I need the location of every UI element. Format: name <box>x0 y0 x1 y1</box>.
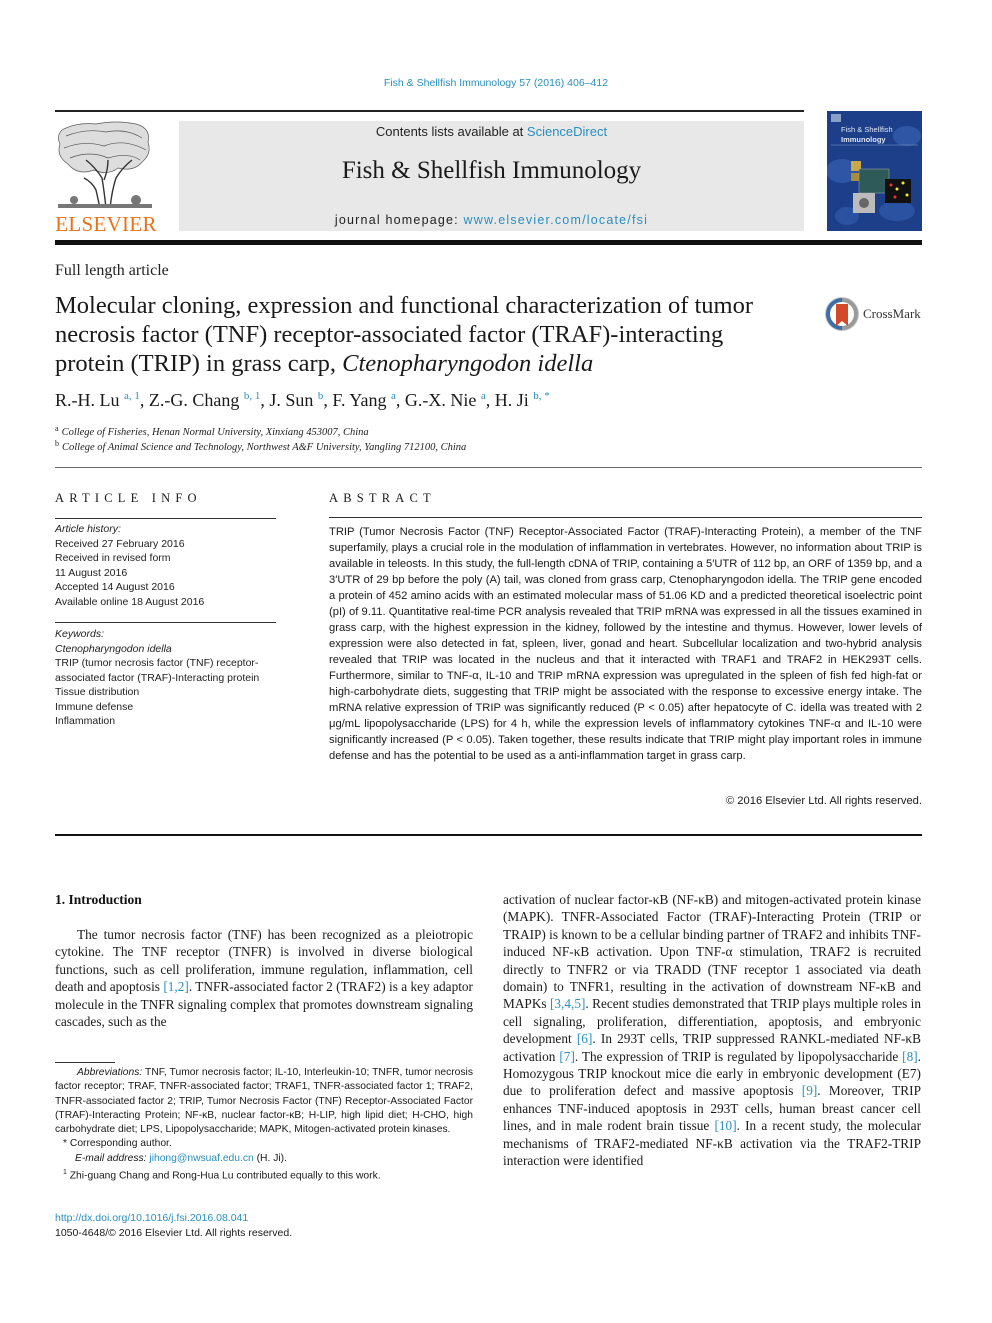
citation-link[interactable]: [9] <box>802 1083 818 1098</box>
citation-link[interactable]: [1,2] <box>163 979 188 994</box>
keyword: Tissue distribution <box>55 686 140 698</box>
intro-paragraph-right: activation of nuclear factor-κB (NF-κB) … <box>503 892 921 1169</box>
journal-homepage: journal homepage: www.elsevier.com/locat… <box>179 213 804 227</box>
cover-title: Fish & Shellfish Immunology <box>841 125 893 144</box>
author-list: R.-H. Lu a, 1, Z.-G. Chang b, 1, J. Sun … <box>55 390 550 410</box>
abstract-rule <box>329 517 922 519</box>
author[interactable]: H. Ji b, * <box>495 390 550 410</box>
history-item: 11 August 2016 <box>55 566 128 579</box>
author[interactable]: F. Yang a <box>332 390 395 410</box>
introduction-heading: 1. Introduction <box>55 892 142 907</box>
sciencedirect-link[interactable]: ScienceDirect <box>527 124 607 139</box>
affiliation-b: b College of Animal Science and Technolog… <box>55 439 467 453</box>
journal-title: Fish & Shellfish Immunology <box>341 157 642 184</box>
footnotes: Abbreviations: TNF, Tumor necrosis facto… <box>55 1066 473 1184</box>
intro-paragraph-left: The tumor necrosis factor (TNF) has been… <box>55 927 473 1030</box>
elsevier-wordmark: ELSEVIER <box>55 212 157 236</box>
email-link[interactable]: jihong@nwsuaf.edu.cn <box>149 1153 253 1164</box>
article-info-heading: ARTICLE INFO <box>55 491 202 505</box>
elsevier-tree-icon <box>56 120 154 212</box>
keywords-rule <box>55 622 276 624</box>
equal-contribution-note: 1 Zhi-guang Chang and Rong-Hua Lu contri… <box>63 1169 381 1182</box>
abbreviations-footnote: Abbreviations: TNF, Tumor necrosis facto… <box>55 1067 473 1136</box>
citation-link[interactable]: [6] <box>577 1031 593 1046</box>
history-item: Received in revised form <box>55 552 171 564</box>
masthead-thick-rule <box>55 240 922 245</box>
elsevier-logo[interactable]: ELSEVIER <box>52 118 158 236</box>
journal-banner: Contents lists available at ScienceDirec… <box>179 121 804 231</box>
affiliation-rule <box>55 467 922 468</box>
article-type: Full length article <box>55 262 169 279</box>
history-item: Available online 18 August 2016 <box>55 595 205 608</box>
keyword: Immune defense <box>55 700 134 713</box>
header-rule <box>55 110 804 112</box>
keywords-label: Keywords: <box>55 628 105 640</box>
contents-prefix: Contents lists available at <box>375 124 527 139</box>
keyword: Inflammation <box>55 715 116 727</box>
citation-link[interactable]: [3,4,5] <box>550 996 585 1011</box>
citation-link[interactable]: [10] <box>714 1118 736 1133</box>
history-item: Received 27 February 2016 <box>55 537 185 550</box>
title-species: Ctenopharyngodon idella <box>342 350 594 377</box>
doi-link[interactable]: http://dx.doi.org/10.1016/j.fsi.2016.08.… <box>55 1212 248 1224</box>
crossmark-label: CrossMark <box>863 306 921 321</box>
journal-cover-image[interactable]: Fish & Shellfish Immunology <box>827 111 922 231</box>
email-note: E-mail address: jihong@nwsuaf.edu.cn (H.… <box>75 1152 287 1164</box>
abstract-text: TRIP (Tumor Necrosis Factor (TNF) Recept… <box>329 526 922 762</box>
citation-link[interactable]: [7] <box>559 1049 575 1064</box>
running-head[interactable]: Fish & Shellfish Immunology 57 (2016) 40… <box>0 77 992 89</box>
abstract-end-rule <box>55 834 922 836</box>
citation-link[interactable]: [8] <box>902 1049 918 1064</box>
contents-line: Contents lists available at ScienceDirec… <box>179 124 804 139</box>
author[interactable]: G.-X. Nie a <box>405 390 486 410</box>
keywords: Keywords: Ctenopharyngodon idella TRIP (… <box>55 627 280 729</box>
corresponding-author-note: * Corresponding author. <box>63 1138 172 1150</box>
homepage-prefix: journal homepage: <box>334 213 464 227</box>
keyword: TRIP (tumor necrosis factor (TNF) recept… <box>55 657 260 684</box>
crossmark-icon <box>825 297 859 331</box>
footnote-rule <box>55 1062 115 1063</box>
keyword: Ctenopharyngodon idella <box>55 642 172 655</box>
issn-copyright: 1050-4648/© 2016 Elsevier Ltd. All right… <box>55 1227 293 1239</box>
author[interactable]: R.-H. Lu a, 1 <box>55 390 140 410</box>
abstract-copyright: © 2016 Elsevier Ltd. All rights reserved… <box>725 795 922 807</box>
article-history: Article history: Received 27 February 20… <box>55 522 280 609</box>
article-info-rule <box>55 518 276 520</box>
article-title: Molecular cloning, expression and functi… <box>55 291 775 378</box>
author[interactable]: Z.-G. Chang b, 1 <box>149 390 260 410</box>
homepage-link[interactable]: www.elsevier.com/locate/fsi <box>464 213 649 227</box>
history-item: Accepted 14 August 2016 <box>55 581 175 593</box>
article-history-label: Article history: <box>55 523 121 535</box>
abstract-heading: ABSTRACT <box>329 491 436 505</box>
crossmark-button[interactable]: CrossMark <box>824 296 921 332</box>
affiliation-a: a College of Fisheries, Henan Normal Univ… <box>55 424 369 438</box>
author[interactable]: J. Sun b <box>269 390 323 410</box>
